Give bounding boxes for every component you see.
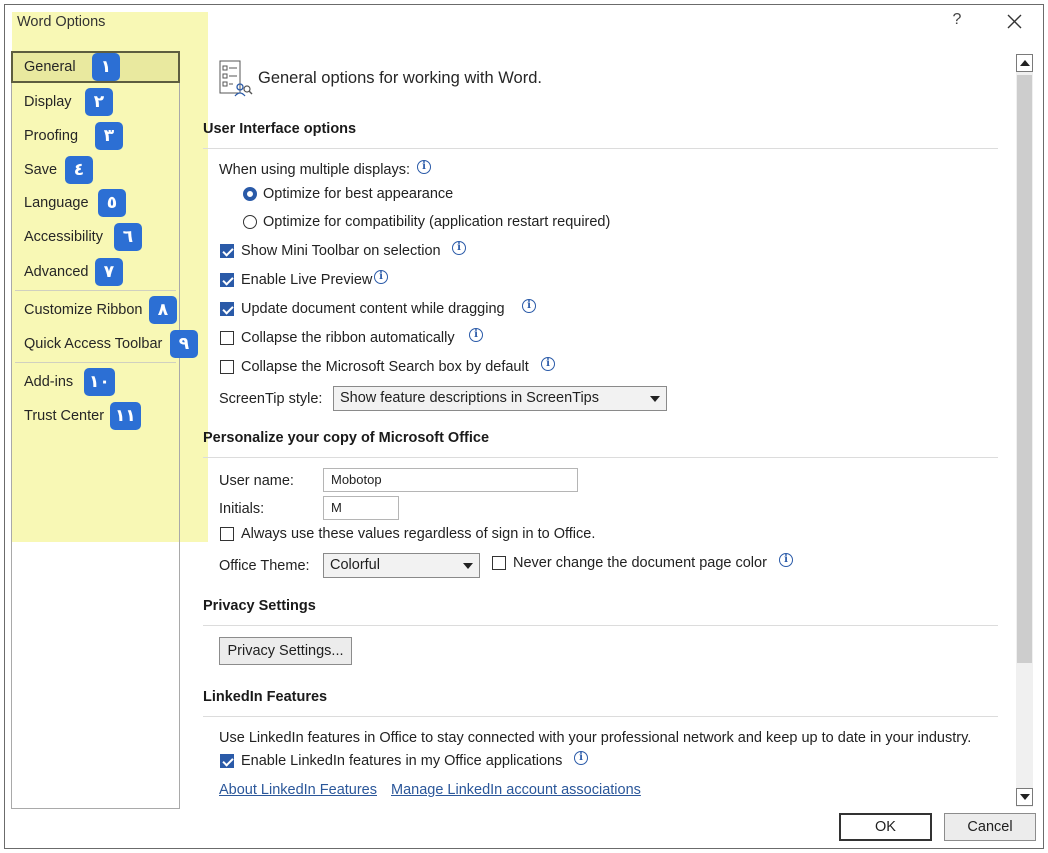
collapse-ribbon-checkbox[interactable] — [220, 331, 234, 345]
info-icon[interactable]: i — [452, 241, 466, 255]
dialog-title: Word Options — [17, 14, 106, 30]
number-badge: ٨ — [149, 296, 177, 324]
number-badge: ٥ — [98, 189, 126, 217]
number-badge: ١٠ — [84, 368, 115, 396]
privacy-settings-button[interactable]: Privacy Settings... — [219, 637, 352, 665]
sidebar-item-label: Display — [24, 94, 72, 110]
section-title-personalize: Personalize your copy of Microsoft Offic… — [203, 430, 490, 446]
sidebar-item-language[interactable]: Language — [11, 187, 180, 219]
never-change-page-color-label[interactable]: Never change the document page color — [513, 555, 767, 571]
section-divider — [203, 148, 998, 149]
office-theme-dropdown[interactable]: Colorful — [323, 553, 480, 578]
always-use-values-label[interactable]: Always use these values regardless of si… — [241, 526, 595, 542]
sidebar-item-label: Add-ins — [24, 374, 74, 390]
update-content-dragging-checkbox[interactable] — [220, 302, 234, 316]
sidebar-divider — [15, 290, 176, 291]
page-title: General options for working with Word. — [258, 69, 542, 87]
never-change-page-color-checkbox[interactable] — [492, 556, 506, 570]
initials-label: Initials: — [219, 501, 265, 517]
enable-linkedin-checkbox[interactable] — [220, 754, 234, 768]
sidebar-item-label: Proofing — [24, 128, 79, 144]
enable-live-preview-checkbox[interactable] — [220, 273, 234, 287]
scroll-up-button[interactable] — [1016, 54, 1033, 72]
info-icon[interactable]: i — [541, 357, 555, 371]
sidebar-item-label: Save — [24, 162, 58, 178]
info-icon[interactable]: i — [469, 328, 483, 342]
scroll-down-button[interactable] — [1016, 788, 1033, 806]
office-theme-value: Colorful — [330, 557, 380, 573]
update-content-dragging-label[interactable]: Update document content while dragging — [241, 301, 505, 317]
info-icon[interactable]: i — [522, 299, 536, 313]
info-icon[interactable]: i — [574, 751, 588, 765]
general-options-icon — [217, 59, 253, 99]
optimize-compatibility-label[interactable]: Optimize for compatibility (application … — [263, 214, 610, 230]
info-icon[interactable]: i — [417, 160, 431, 174]
sidebar-item-label: Customize Ribbon — [24, 302, 143, 318]
sidebar-item-label: Language — [24, 195, 89, 211]
number-badge: ٦ — [114, 223, 142, 251]
sidebar-item-label: General — [24, 59, 76, 75]
scrollbar-thumb[interactable] — [1017, 75, 1032, 663]
collapse-search-label[interactable]: Collapse the Microsoft Search box by def… — [241, 359, 529, 375]
cancel-button[interactable]: Cancel — [944, 813, 1036, 841]
multiple-displays-label: When using multiple displays: — [219, 162, 411, 178]
number-badge: ٩ — [170, 330, 198, 358]
sidebar-item-label: Trust Center — [24, 408, 105, 424]
help-button[interactable]: ? — [947, 11, 967, 33]
always-use-values-checkbox[interactable] — [220, 527, 234, 541]
chevron-down-icon — [463, 563, 473, 569]
optimize-compatibility-radio[interactable] — [243, 215, 257, 229]
screentip-style-value: Show feature descriptions in ScreenTips — [340, 390, 599, 406]
close-icon — [1007, 14, 1022, 29]
word-options-dialog: Word Options ? General Display Proofing … — [4, 4, 1044, 849]
sidebar-item-accessibility[interactable]: Accessibility — [11, 221, 180, 253]
show-mini-toolbar-checkbox[interactable] — [220, 244, 234, 258]
screentip-style-dropdown[interactable]: Show feature descriptions in ScreenTips — [333, 386, 667, 411]
user-name-input[interactable]: Mobotop — [323, 468, 578, 492]
number-badge: ٤ — [65, 156, 93, 184]
user-name-label: User name: — [219, 473, 294, 489]
close-button[interactable] — [1003, 9, 1027, 35]
manage-linkedin-link[interactable]: Manage LinkedIn account associations — [391, 782, 641, 798]
enable-linkedin-label[interactable]: Enable LinkedIn features in my Office ap… — [241, 753, 562, 769]
about-linkedin-link[interactable]: About LinkedIn Features — [219, 782, 377, 798]
screentip-style-label: ScreenTip style: — [219, 391, 323, 407]
enable-live-preview-label[interactable]: Enable Live Preview — [241, 272, 372, 288]
collapse-search-checkbox[interactable] — [220, 360, 234, 374]
sidebar-item-label: Quick Access Toolbar — [24, 336, 163, 352]
ok-button[interactable]: OK — [839, 813, 932, 841]
section-divider — [203, 457, 998, 458]
number-badge: ١١ — [110, 402, 141, 430]
number-badge: ٣ — [95, 122, 123, 150]
number-badge: ١ — [92, 53, 120, 81]
collapse-ribbon-label[interactable]: Collapse the ribbon automatically — [241, 330, 455, 346]
office-theme-label: Office Theme: — [219, 558, 310, 574]
sidebar-item-save[interactable]: Save — [11, 154, 180, 186]
sidebar-item-trust-center[interactable]: Trust Center — [11, 400, 180, 432]
sidebar-item-label: Advanced — [24, 264, 89, 280]
sidebar-item-quick-access-toolbar[interactable]: Quick Access Toolbar — [11, 328, 180, 360]
section-title-ui-options: User Interface options — [203, 121, 357, 137]
number-badge: ٧ — [95, 258, 123, 286]
section-title-privacy: Privacy Settings — [203, 598, 316, 614]
sidebar-divider — [15, 362, 176, 363]
section-divider — [203, 716, 998, 717]
linkedin-description: Use LinkedIn features in Office to stay … — [219, 730, 972, 746]
section-title-linkedin: LinkedIn Features — [203, 689, 328, 705]
section-divider — [203, 625, 998, 626]
optimize-best-appearance-radio[interactable] — [243, 187, 257, 201]
initials-input[interactable]: M — [323, 496, 399, 520]
number-badge: ٢ — [85, 88, 113, 116]
info-icon[interactable]: i — [374, 270, 388, 284]
show-mini-toolbar-label[interactable]: Show Mini Toolbar on selection — [241, 243, 441, 259]
optimize-best-appearance-label[interactable]: Optimize for best appearance — [263, 186, 453, 202]
info-icon[interactable]: i — [779, 553, 793, 567]
sidebar-item-label: Accessibility — [24, 229, 103, 245]
chevron-down-icon — [650, 396, 660, 402]
